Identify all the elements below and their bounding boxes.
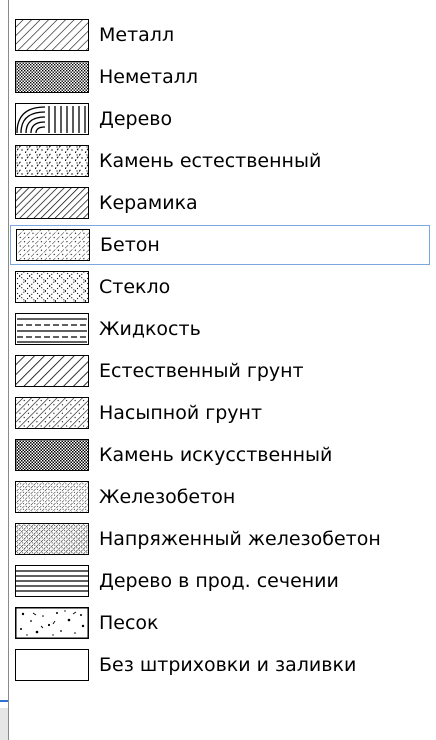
reinforced-concrete-hatch-icon — [15, 481, 89, 513]
item-label: Дерево в прод. сечении — [99, 570, 339, 592]
list-item-wood-longitudinal[interactable]: Дерево в прод. сечении — [10, 562, 430, 600]
underlying-window-edge — [0, 700, 8, 702]
item-label: Металл — [99, 24, 175, 46]
natural-stone-hatch-icon — [15, 145, 89, 177]
item-label: Жидкость — [99, 318, 201, 340]
list-item-natural-soil[interactable]: Естественный грунт — [10, 352, 430, 390]
item-label: Песок — [99, 612, 159, 634]
list-item-liquid[interactable]: Жидкость — [10, 310, 430, 348]
item-label: Без штриховки и заливки — [99, 654, 357, 676]
item-label: Камень естественный — [99, 150, 322, 172]
list-item-concrete[interactable]: Бетон — [10, 225, 430, 265]
fill-soil-hatch-icon — [15, 397, 89, 429]
prestressed-concrete-hatch-icon — [15, 523, 89, 555]
concrete-hatch-icon — [16, 229, 90, 261]
list-item-artificial-stone[interactable]: Камень искусственный — [10, 436, 430, 474]
item-label: Неметалл — [99, 66, 198, 88]
underlying-window-edge-gray — [0, 708, 8, 740]
glass-hatch-icon — [15, 271, 89, 303]
artificial-stone-hatch-icon — [15, 439, 89, 471]
list-item-reinforced-concrete[interactable]: Железобетон — [10, 478, 430, 516]
list-item-prestressed-concrete[interactable]: Напряженный железобетон — [10, 520, 430, 558]
item-label: Насыпной грунт — [99, 402, 263, 424]
list-item-no-hatch[interactable]: Без штриховки и заливки — [10, 646, 430, 684]
ceramic-hatch-icon — [15, 187, 89, 219]
item-label: Бетон — [100, 234, 160, 256]
item-label: Камень искусственный — [99, 444, 333, 466]
list-item-metal[interactable]: Металл — [10, 16, 430, 54]
list-item-ceramic[interactable]: Керамика — [10, 184, 430, 222]
item-label: Дерево — [99, 108, 173, 130]
natural-soil-hatch-icon — [15, 355, 89, 387]
wood-hatch-icon — [15, 103, 89, 135]
list-item-sand[interactable]: Песок — [10, 604, 430, 642]
list-item-fill-soil[interactable]: Насыпной грунт — [10, 394, 430, 432]
nonmetal-hatch-icon — [15, 61, 89, 93]
item-label: Железобетон — [99, 486, 236, 508]
list-item-wood[interactable]: Дерево — [10, 100, 430, 138]
item-label: Напряженный железобетон — [99, 528, 381, 550]
wood-longitudinal-hatch-icon — [15, 565, 89, 597]
hatch-pattern-dropdown[interactable]: Металл Неметалл Дерево Камень естественн… — [8, 0, 436, 740]
sand-hatch-icon — [15, 607, 89, 639]
no-hatch-icon — [15, 649, 89, 681]
item-label: Стекло — [99, 276, 171, 298]
metal-hatch-icon — [15, 19, 89, 51]
item-label: Керамика — [99, 192, 198, 214]
list-item-natural-stone[interactable]: Камень естественный — [10, 142, 430, 180]
list-item-nonmetal[interactable]: Неметалл — [10, 58, 430, 96]
liquid-hatch-icon — [15, 313, 89, 345]
list-item-glass[interactable]: Стекло — [10, 268, 430, 306]
item-label: Естественный грунт — [99, 360, 304, 382]
